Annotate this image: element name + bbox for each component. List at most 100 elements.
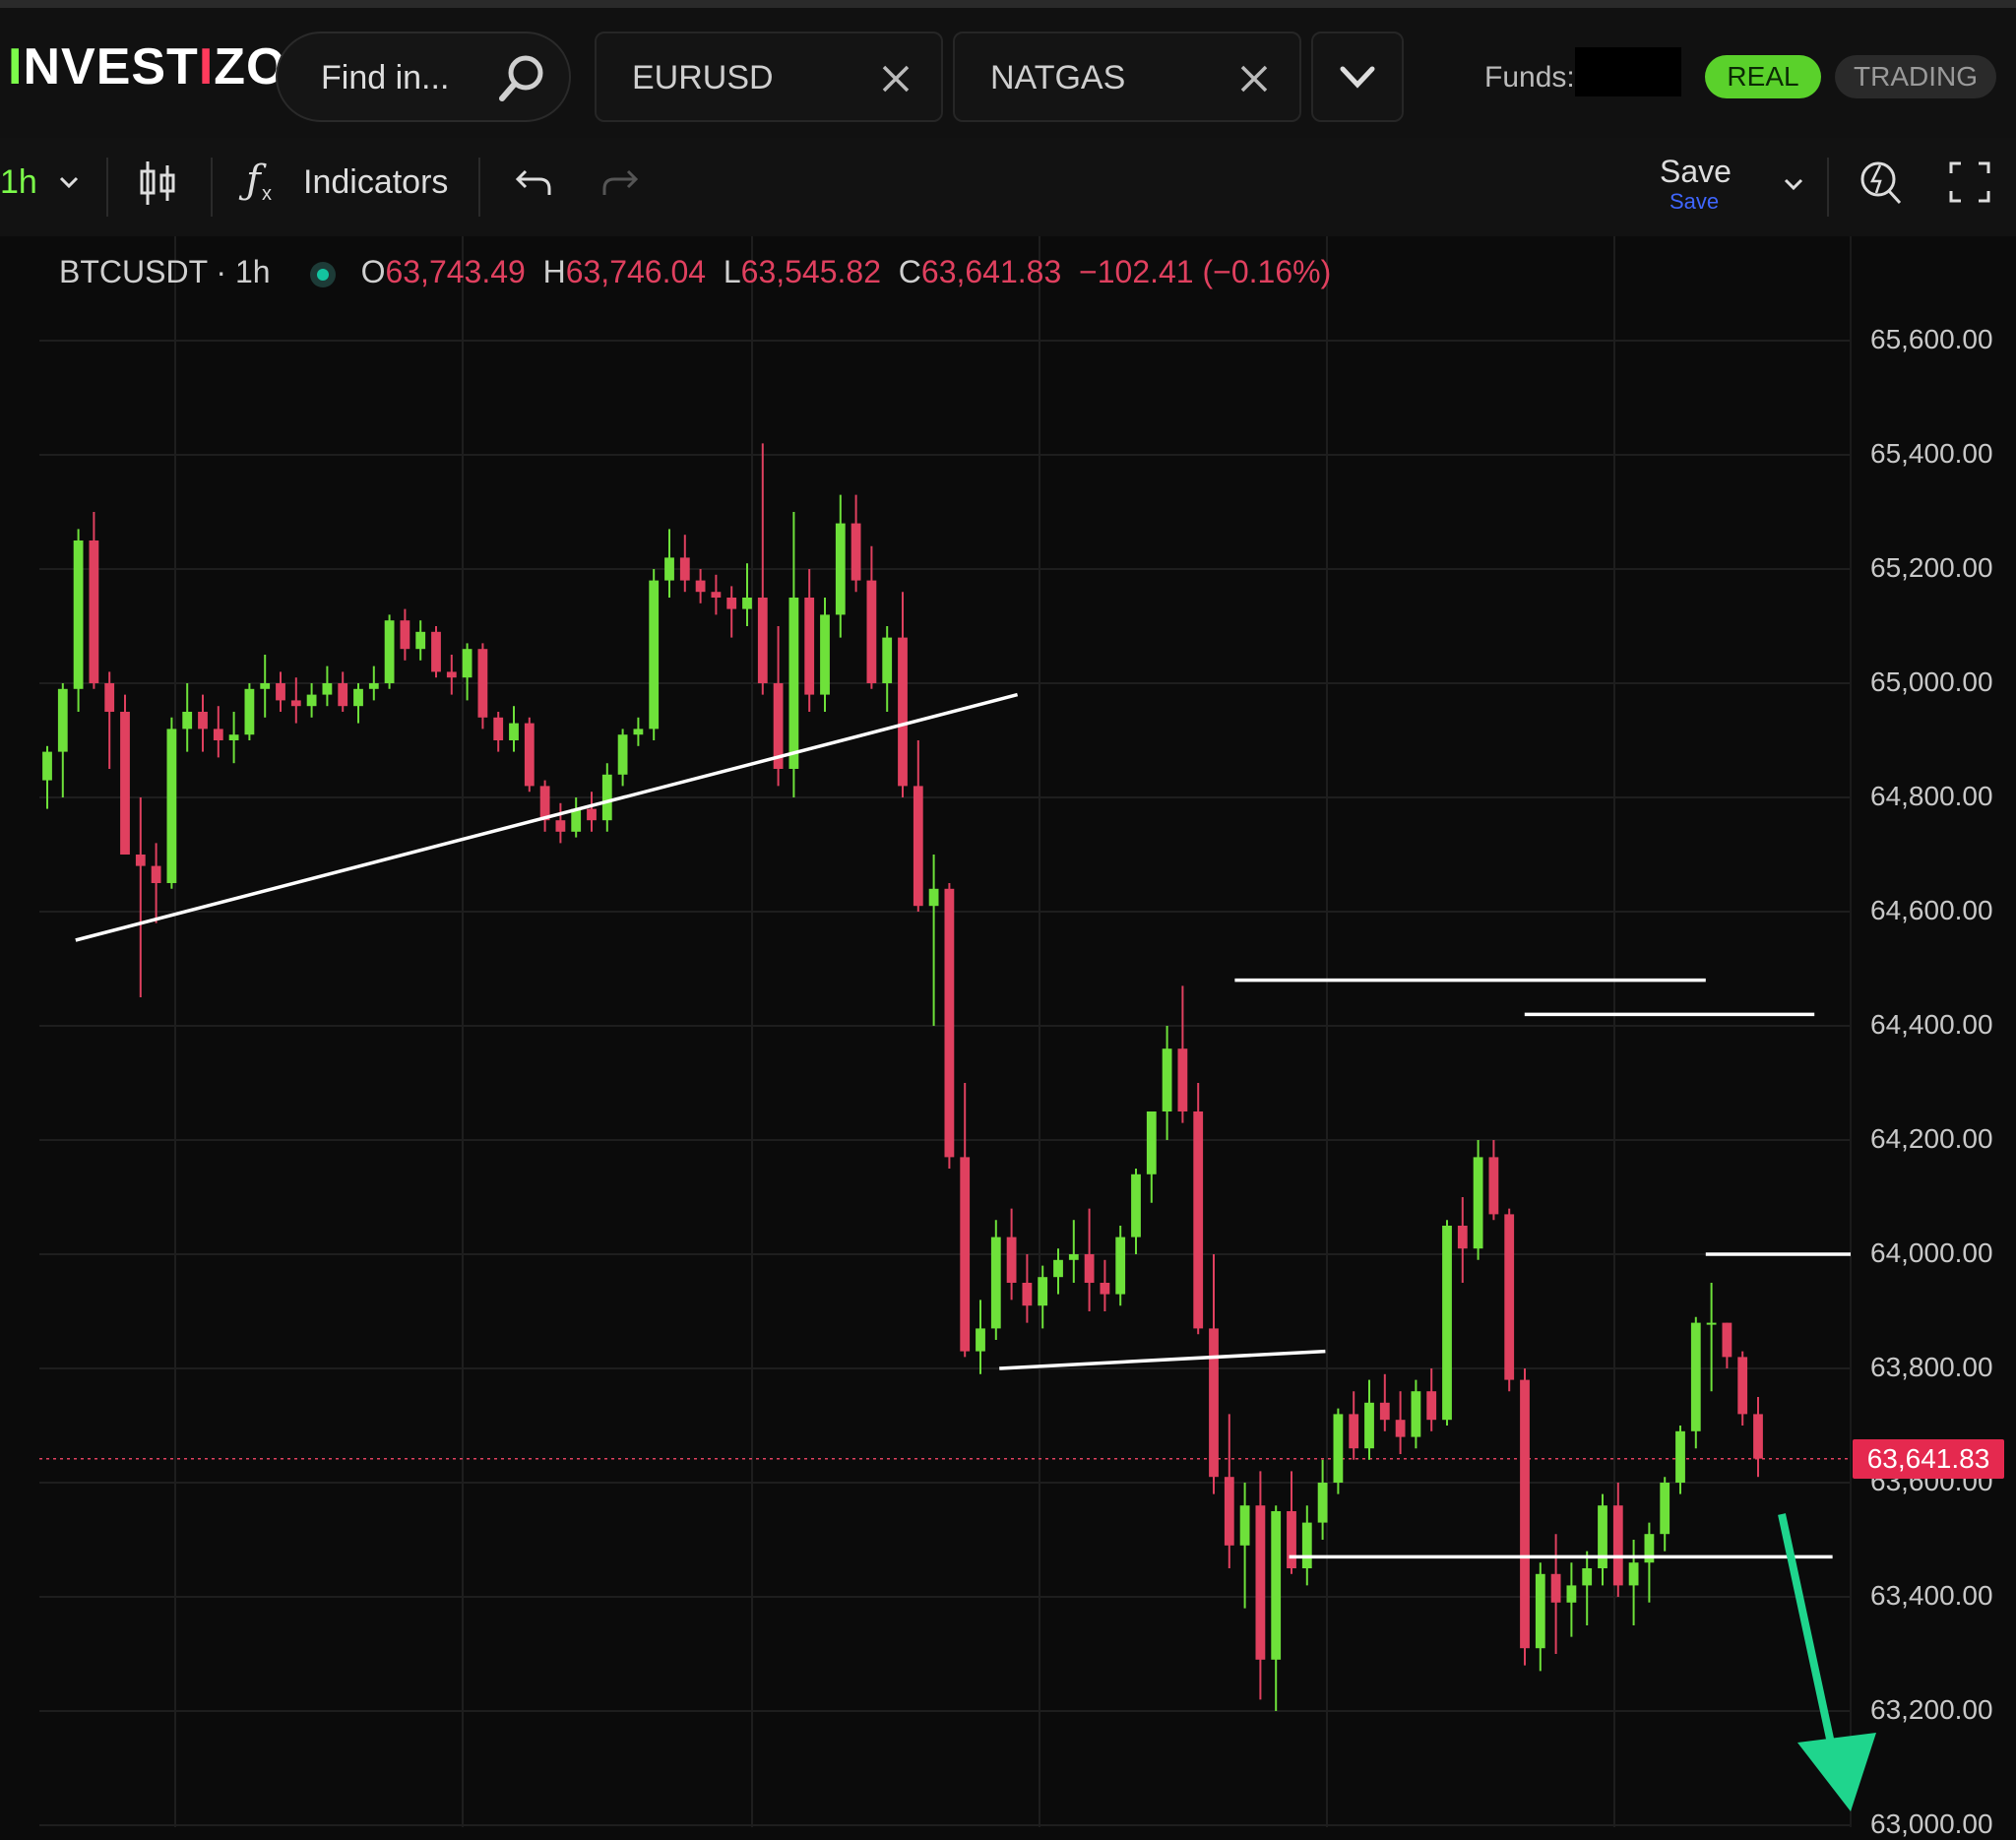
- candle-body: [338, 683, 348, 707]
- chevron-down-icon[interactable]: [1782, 175, 1805, 193]
- candle-body: [493, 717, 504, 740]
- indicators-icon[interactable]: ƒ: [246, 158, 261, 203]
- open-value: 63,743.49: [385, 254, 526, 289]
- candle: [493, 712, 504, 752]
- candle: [1022, 1254, 1033, 1323]
- candle: [1349, 1391, 1359, 1460]
- logo-part-nvest: NVEST: [23, 38, 199, 95]
- candle: [1426, 1368, 1437, 1431]
- candle: [42, 745, 52, 809]
- candle: [1379, 1373, 1390, 1431]
- symbol-name[interactable]: BTCUSDT · 1h: [59, 254, 271, 289]
- candle: [1177, 985, 1188, 1123]
- candle-body: [1488, 1157, 1499, 1215]
- close-key: C: [898, 254, 921, 289]
- candles: [42, 443, 1763, 1711]
- candle: [804, 569, 815, 712]
- candle: [1660, 1477, 1670, 1552]
- candle-body: [166, 729, 177, 883]
- interval-selector[interactable]: 1h: [0, 163, 37, 202]
- redo-icon[interactable]: [600, 165, 640, 199]
- candle: [726, 586, 737, 638]
- price-axis-label: 64,800.00: [1870, 781, 1993, 811]
- fullscreen-icon[interactable]: [1949, 161, 1990, 203]
- undo-icon[interactable]: [514, 165, 553, 199]
- candle-body: [1115, 1237, 1126, 1295]
- top-bar: INVESTIZO Find in... EURUSD NATGAS Funds…: [0, 0, 2016, 138]
- quick-search-icon[interactable]: [1857, 156, 1906, 209]
- save-sublabel: Save: [1670, 189, 1720, 214]
- candle-body: [1598, 1505, 1607, 1568]
- candle: [649, 569, 660, 740]
- candle-body: [151, 865, 161, 883]
- candle-body: [1504, 1214, 1515, 1380]
- candle: [571, 797, 582, 838]
- close-icon[interactable]: [1238, 63, 1270, 95]
- candle: [1582, 1551, 1593, 1625]
- real-mode-button[interactable]: REAL: [1705, 55, 1821, 98]
- toolbar-divider: [1827, 158, 1829, 217]
- candle-body: [384, 620, 395, 683]
- candle-type-icon[interactable]: [138, 158, 177, 209]
- candle-body: [617, 734, 628, 775]
- candle: [276, 671, 285, 712]
- tab-eurusd[interactable]: EURUSD: [595, 32, 943, 122]
- candle-body: [1660, 1483, 1670, 1535]
- candle-body: [882, 637, 893, 683]
- candle-body: [135, 855, 146, 866]
- logo-part-i: I: [8, 38, 24, 95]
- candle: [1364, 1379, 1374, 1460]
- candle: [1115, 1226, 1126, 1306]
- candle-body: [898, 637, 908, 787]
- candle: [539, 780, 550, 832]
- candle-body: [539, 786, 550, 821]
- indicators-button[interactable]: Indicators: [303, 163, 448, 202]
- funds-value-redacted: [1575, 47, 1681, 96]
- search-box[interactable]: Find in...: [276, 32, 571, 122]
- candle-body: [244, 688, 255, 735]
- candle-body: [1177, 1048, 1188, 1111]
- low-value: 63,545.82: [740, 254, 881, 289]
- price-chart[interactable]: [0, 236, 2016, 1827]
- candle-body: [1006, 1237, 1017, 1283]
- candle: [353, 683, 363, 724]
- chevron-down-icon[interactable]: [57, 173, 81, 191]
- market-status-dot: [309, 261, 336, 287]
- candle: [260, 655, 271, 718]
- price-axis-label: 65,200.00: [1870, 552, 1993, 583]
- candle: [1722, 1322, 1732, 1368]
- tab-natgas[interactable]: NATGAS: [953, 32, 1301, 122]
- candle: [1644, 1522, 1655, 1603]
- candle-body: [960, 1157, 971, 1352]
- candle: [462, 643, 472, 701]
- candle-body: [1068, 1254, 1079, 1260]
- candle: [306, 683, 317, 718]
- candle-body: [1193, 1111, 1204, 1329]
- candle: [1100, 1259, 1110, 1311]
- price-axis-label: 63,800.00: [1870, 1352, 1993, 1382]
- search-icon[interactable]: [496, 53, 547, 104]
- candle: [1068, 1220, 1079, 1283]
- candle-body: [1349, 1414, 1359, 1449]
- trading-mode-button[interactable]: TRADING: [1835, 55, 1996, 98]
- candle-body: [462, 649, 472, 678]
- candle: [601, 763, 612, 832]
- candle: [509, 706, 519, 752]
- candle-body: [73, 540, 84, 689]
- candle: [198, 694, 208, 752]
- tabs-dropdown-button[interactable]: [1311, 32, 1404, 122]
- candle: [1209, 1254, 1219, 1494]
- candle: [1737, 1351, 1748, 1426]
- candle-body: [198, 712, 208, 730]
- candle: [415, 620, 426, 661]
- candle-body: [1162, 1048, 1172, 1111]
- logo-part-i2: I: [198, 38, 215, 95]
- save-button[interactable]: Save: [1660, 154, 1732, 190]
- candle-body: [601, 774, 612, 821]
- candle: [866, 545, 877, 689]
- candle: [104, 671, 115, 769]
- close-icon[interactable]: [880, 63, 912, 95]
- candle-body: [928, 888, 939, 907]
- candle: [1628, 1540, 1639, 1625]
- logo[interactable]: INVESTIZO: [8, 37, 287, 96]
